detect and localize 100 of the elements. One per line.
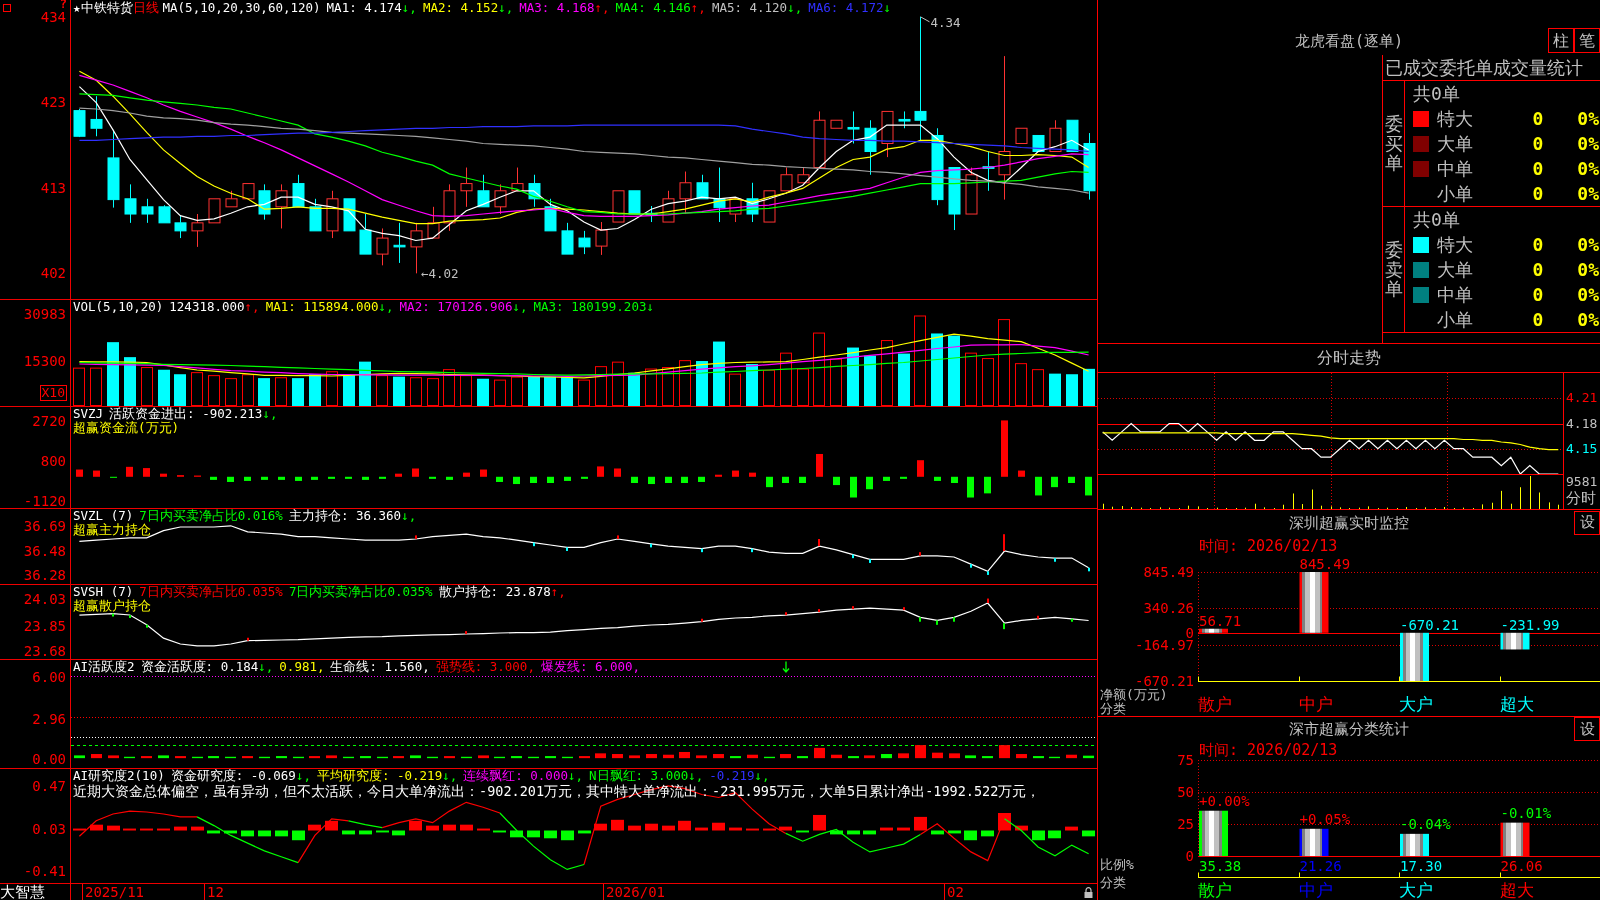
order-share: 0% [1576,182,1600,205]
indicator-value: MA1: 115894.000 [265,299,379,314]
order-share: 0% [1576,308,1600,331]
trend-arrow: ↑, [244,299,260,314]
axis-label: 36.69 [23,518,66,533]
brand-name: 大智慧 [0,884,45,900]
axis-label: 434 [40,9,66,24]
category-label: 散户 [1198,695,1232,713]
axis-label: -670.21 [1135,674,1194,688]
category-label: 超大 [1499,695,1534,713]
axis-title: 分时 [1566,490,1596,506]
indicator-name: SVZL (7) [73,508,134,523]
indicator-name: AI活跃度2 [73,659,135,674]
indicator-value: 7日内买卖净占比0.035% [288,584,433,599]
date-label: 02 [944,884,964,900]
value-label: 35.38 [1199,859,1242,873]
category-label: 大户 [1399,695,1433,713]
axis-label: 2.96 [32,711,66,726]
order-count: 0 [1531,258,1545,281]
value-label: 26.06 [1500,859,1543,873]
axis-label: -0.41 [23,864,66,879]
trend-arrow: ↓, [262,406,278,421]
order-size-label: 大单 [1436,258,1473,281]
indicator-value: MA1: 4.174 [326,0,402,15]
axis-label: 0 [1185,849,1194,863]
category-label: 大户 [1399,881,1433,899]
change-label: -0.04% [1400,816,1451,831]
indicator-value: 生命线: 1.560, [330,659,430,674]
indicator-value: MA6: 4.172 [808,0,884,15]
axis-title: 比例% [1100,858,1134,872]
value-label: 845.49 [1299,557,1351,571]
indicator-name: SVSH (7) [73,584,134,599]
trend-arrow: ↑, [594,0,610,15]
timestamp: 时间: 2026/02/13 [1199,537,1338,555]
indicator-value: MA3: 180199.203 [533,299,647,314]
indicator-name: MA(5,10,20,30,60,120) [162,0,321,15]
order-share: 0% [1576,132,1600,155]
axis-label: 6.00 [32,669,66,684]
category-label: 中户 [1298,881,1333,899]
order-size-label: 中单 [1436,157,1473,180]
axis-label: 36.28 [23,567,66,582]
trend-arrow: ↓, [401,0,417,15]
indicator-value: MA2: 170126.906 [399,299,513,314]
indicator-value: 爆发线: 6.000, [540,659,641,674]
trend-arrow: ↓, [688,768,704,783]
axis-label: -1120 [23,494,66,508]
order-share: 0% [1576,258,1600,281]
axis-label: 0.03 [32,821,66,836]
indicator-value: 主力持仓: 36.360 [288,508,402,523]
order-total: 共0单 [1413,82,1460,106]
period-label: 日线 [132,0,159,15]
indicator-name: AI研究度2(10) [73,768,165,783]
trend-arrow: ↑, [690,0,706,15]
indicator-value: 资金研究度: -0.069 [170,768,296,783]
value-label: 21.26 [1299,859,1342,873]
value-label: 56.71 [1199,613,1242,628]
order-count: 0 [1531,107,1545,130]
axis-label: 4.15 [1566,441,1598,456]
price-note: ←4.02 [421,267,459,282]
category-label: 超大 [1499,881,1534,899]
category-label: 散户 [1198,881,1232,899]
group-label: 委买单 [1384,113,1403,174]
axis-label: 23.85 [23,618,66,633]
change-label: +0.00% [1199,793,1250,808]
panel-title: 龙虎看盘(逐单) [1294,32,1404,50]
date-label: 2026/01 [603,884,665,900]
indicator-name: SVZJ [73,406,104,421]
axis-label: 4.18 [1566,416,1598,431]
indicator-value: MA4: 4.146 [615,0,691,15]
value-label: 17.30 [1400,859,1443,873]
trend-arrow: ↓, [258,659,274,674]
table-title: 已成交委托单成交量统计 [1384,56,1583,80]
order-size-label: 特大 [1436,233,1473,256]
price-note: 4.34 [930,15,961,30]
trend-arrow: ↓, [295,768,311,783]
order-count: 0 [1531,132,1545,155]
trend-arrow: ↓, [754,768,770,783]
indicator-caption: 超赢资金流(万元) [73,421,180,435]
category-label: 中户 [1298,695,1333,713]
value-label: -231.99 [1500,617,1560,632]
stock-name: ★中铁特货 [73,0,133,15]
indicator-value: MA3: 4.168 [519,0,595,15]
trend-arrow: ↓, [401,508,417,523]
order-total: 共0单 [1413,208,1460,232]
axis-label: 15300 [23,354,66,369]
indicator-value: 散户持仓: 23.878 [438,584,551,599]
axis-label: 9581 [1566,475,1598,489]
order-share: 0% [1576,233,1600,256]
order-count: 0 [1531,308,1545,331]
axis-title: 净额(万元) [1100,688,1168,702]
axis-label: 25 [1177,817,1194,831]
indicator-value: 资金活跃度: 0.184 [140,659,259,674]
axis-label: 0.47 [32,778,66,793]
order-count: 0 [1531,233,1545,256]
order-count: 0 [1531,182,1545,205]
axis-title: 分类 [1100,702,1126,716]
axis-title: 分类 [1100,876,1126,890]
trend-arrow: ↑, [550,584,566,599]
change-label: -0.01% [1500,805,1552,820]
axis-label: -164.97 [1135,637,1194,652]
